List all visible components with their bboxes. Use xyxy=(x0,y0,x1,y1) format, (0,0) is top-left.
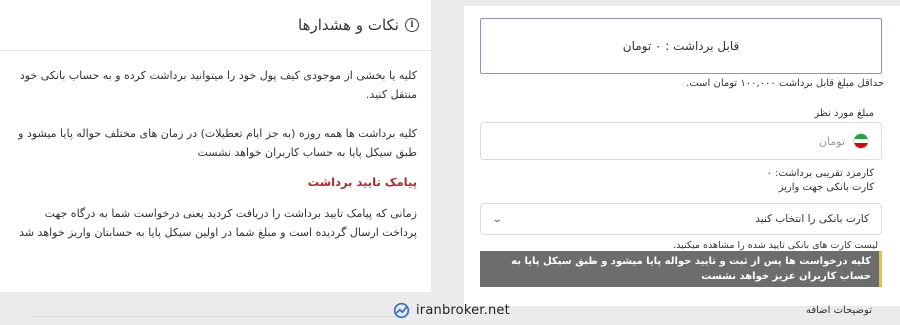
minimum-withdraw-note: حداقل مبلغ قابل برداشت ۱۰۰,۰۰۰ تومان است… xyxy=(686,78,884,89)
bank-card-list-note: لیست کارت های بانکی تایید شده را مشاهده … xyxy=(673,240,878,251)
notes-divider xyxy=(0,50,431,51)
sms-confirmation-title: پیامک تایید برداشت xyxy=(307,175,417,189)
bank-card-label: کارت بانکی جهت واریز xyxy=(778,182,874,193)
notes-title: نکات و هشدارها xyxy=(298,16,399,34)
iran-flag-icon xyxy=(853,133,869,149)
fee-estimate: کارمزد تقریبی برداشت: ۰ xyxy=(766,168,874,179)
notes-panel: i نکات و هشدارها کلیه یا بخشی از موجودی … xyxy=(0,0,431,292)
amount-label: مبلغ مورد نظر xyxy=(814,108,874,119)
notes-header: i نکات و هشدارها xyxy=(298,16,419,34)
extra-notes-label: توضیحات اضافه xyxy=(805,305,872,316)
amount-placeholder: تومان xyxy=(818,134,845,148)
iranbroker-logo-icon xyxy=(393,302,410,319)
withdrawable-balance-box: قابل برداشت : ۰ تومان xyxy=(480,18,882,74)
extra-notes-input[interactable] xyxy=(30,316,400,317)
withdrawable-balance: قابل برداشت : ۰ تومان xyxy=(622,39,740,53)
chevron-down-icon: ⌄ xyxy=(491,213,503,225)
watermark-text: iranbroker.net xyxy=(416,303,510,318)
bank-card-select-value: کارت بانکی را انتخاب کنید xyxy=(755,213,869,225)
notes-paragraph-1: کلیه یا بخشی از موجودی کیف پول خود را می… xyxy=(19,69,417,101)
notes-paragraph-2: کلیه برداشت ها همه روزه (به جز ایام تعطی… xyxy=(18,127,417,159)
amount-input[interactable]: تومان xyxy=(480,122,882,160)
withdraw-form-panel: قابل برداشت : ۰ تومان حداقل مبلغ قابل بر… xyxy=(464,6,900,306)
paya-notice: کلیه درخواست ها پس از ثبت و تایید حواله … xyxy=(480,251,882,287)
notes-paragraph-3: زمانی که پیامک تایید برداشت را دریافت کر… xyxy=(19,207,417,239)
iranbroker-watermark: iranbroker.net xyxy=(393,302,510,319)
info-icon: i xyxy=(405,18,419,32)
bank-card-select[interactable]: کارت بانکی را انتخاب کنید ⌄ xyxy=(480,203,882,235)
